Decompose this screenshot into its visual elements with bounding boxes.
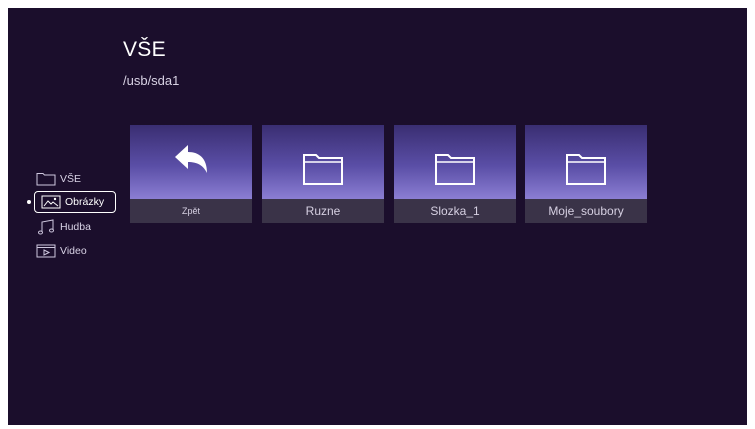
tile-art [262,125,384,199]
tile-art [525,125,647,199]
folder-icon [302,134,344,191]
media-browser-screen: VŠE /usb/sda1 VŠE Obrázky Hudba Video Zp… [8,8,747,425]
folder-icon [36,171,56,187]
folder-icon [565,134,607,191]
sidebar-item-label: Obrázky [65,196,105,208]
sidebar-item-label: Hudba [60,221,91,233]
sidebar-item-music[interactable]: Hudba [24,216,108,238]
sidebar-item-pictures[interactable]: Obrázky [27,191,116,213]
current-path: /usb/sda1 [123,73,180,88]
tile-art [394,125,516,199]
sidebar-item-video[interactable]: Video [24,240,108,262]
selection-dot [27,199,31,204]
picture-icon [41,194,61,210]
tile-folder-slozka-1[interactable]: Slozka_1 [394,125,516,223]
music-note-icon [36,219,56,235]
sidebar-item-all[interactable]: VŠE [24,168,108,190]
tile-art [130,125,252,199]
sidebar-item-label: VŠE [60,173,82,185]
back-arrow-icon [171,140,211,185]
video-play-icon [36,243,56,259]
tile-label: Moje_soubory [525,199,647,223]
sidebar-item-label: Video [60,245,87,257]
tile-folder-moje-soubory[interactable]: Moje_soubory [525,125,647,223]
tile-back[interactable]: Zpět [130,125,252,223]
tile-label: Slozka_1 [394,199,516,223]
folder-icon [434,134,476,191]
tile-label: Ruzne [262,199,384,223]
tile-label: Zpět [130,199,252,223]
tile-folder-ruzne[interactable]: Ruzne [262,125,384,223]
page-title: VŠE [123,38,166,61]
